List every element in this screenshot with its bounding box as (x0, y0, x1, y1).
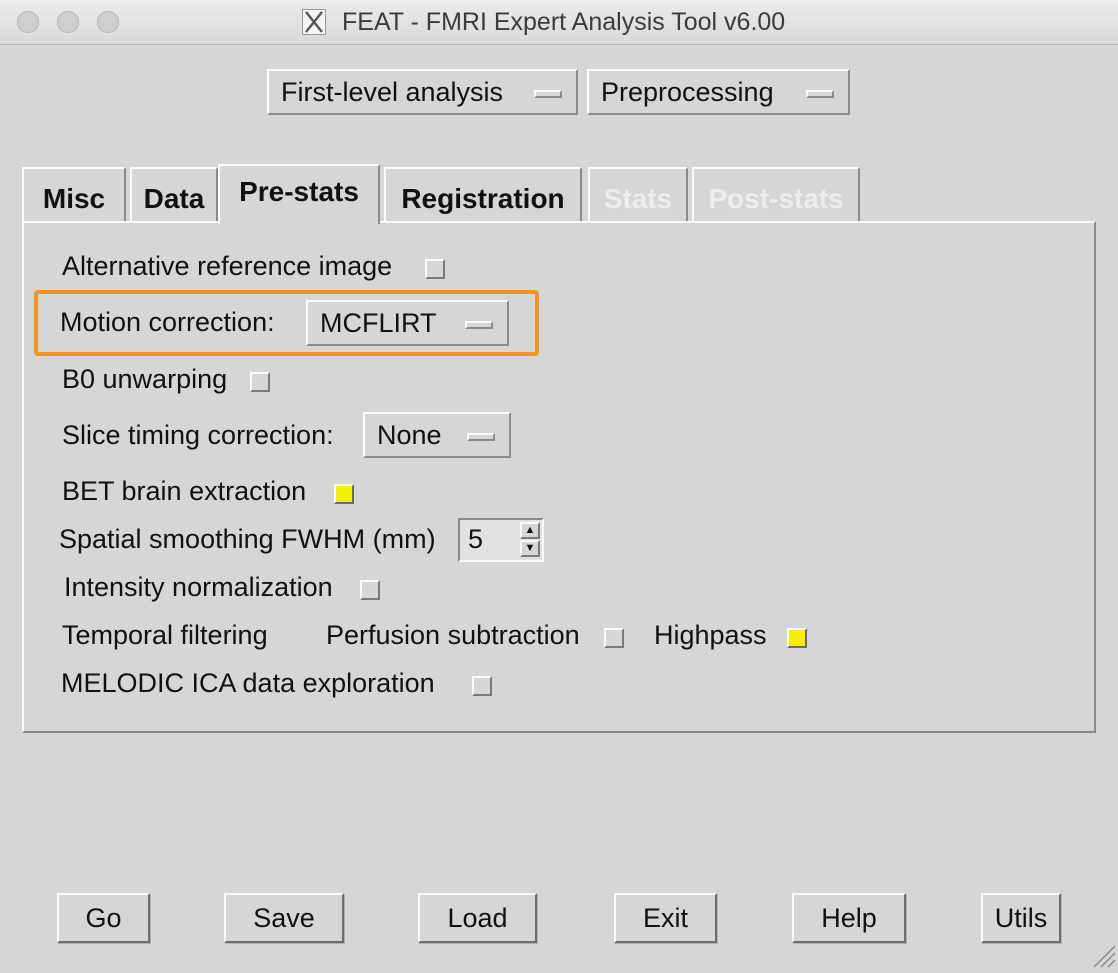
save-button[interactable]: Save (224, 893, 344, 943)
dropdown-indicator-icon (534, 90, 562, 98)
bet-checkbox[interactable] (334, 484, 354, 504)
perfusion-checkbox[interactable] (604, 628, 624, 648)
analysis-mode-select[interactable]: Preprocessing (587, 69, 850, 115)
highpass-label: Highpass (654, 620, 767, 650)
help-button[interactable]: Help (792, 893, 906, 943)
b0-unwarping-checkbox[interactable] (250, 372, 270, 392)
tab-post-stats: Post-stats (692, 167, 860, 223)
tab-stats: Stats (588, 167, 688, 223)
spin-up-icon[interactable]: ▲ (520, 522, 540, 539)
x11-icon (302, 9, 326, 35)
smoothing-value[interactable]: 5 (468, 524, 483, 555)
temporal-filtering-label: Temporal filtering (62, 620, 268, 650)
smoothing-spinbox[interactable]: 5 ▲ ▼ (458, 518, 544, 562)
motion-correction-value: MCFLIRT (320, 308, 437, 338)
motion-correction-select[interactable]: MCFLIRT (306, 300, 509, 346)
smoothing-label: Spatial smoothing FWHM (mm) (59, 524, 436, 554)
utils-button[interactable]: Utils (981, 893, 1061, 943)
motion-correction-label: Motion correction: (60, 307, 275, 337)
resize-grip-icon[interactable] (1090, 942, 1116, 968)
load-button[interactable]: Load (418, 893, 537, 943)
analysis-level-select[interactable]: First-level analysis (267, 69, 578, 115)
dropdown-indicator-icon (467, 433, 495, 441)
melodic-label: MELODIC ICA data exploration (61, 668, 435, 698)
alt-reference-checkbox[interactable] (425, 259, 445, 279)
intensity-checkbox[interactable] (360, 580, 380, 600)
slice-timing-select[interactable]: None (363, 412, 511, 458)
tab-pre-stats[interactable]: Pre-stats (218, 164, 380, 224)
highpass-checkbox[interactable] (787, 628, 807, 648)
go-button[interactable]: Go (57, 893, 150, 943)
melodic-checkbox[interactable] (472, 676, 492, 696)
slice-timing-value: None (377, 420, 442, 450)
window-title: FEAT - FMRI Expert Analysis Tool v6.00 (342, 8, 786, 36)
spin-down-icon[interactable]: ▼ (520, 540, 540, 557)
b0-unwarping-label: B0 unwarping (62, 364, 228, 394)
dropdown-indicator-icon (806, 90, 834, 98)
intensity-label: Intensity normalization (64, 572, 333, 602)
close-window-button[interactable] (17, 11, 39, 33)
exit-button[interactable]: Exit (614, 893, 717, 943)
analysis-level-value: First-level analysis (281, 77, 504, 107)
tab-data[interactable]: Data (130, 167, 218, 223)
zoom-window-button[interactable] (97, 11, 119, 33)
tab-registration[interactable]: Registration (384, 167, 582, 223)
dropdown-indicator-icon (465, 321, 493, 329)
title-bar: FEAT - FMRI Expert Analysis Tool v6.00 (0, 0, 1118, 45)
perfusion-label: Perfusion subtraction (326, 620, 580, 650)
minimize-window-button[interactable] (57, 11, 79, 33)
analysis-mode-value: Preprocessing (601, 77, 774, 107)
bet-label: BET brain extraction (62, 476, 307, 506)
alt-reference-label: Alternative reference image (62, 251, 393, 281)
slice-timing-label: Slice timing correction: (62, 420, 334, 450)
tab-misc[interactable]: Misc (22, 167, 126, 223)
